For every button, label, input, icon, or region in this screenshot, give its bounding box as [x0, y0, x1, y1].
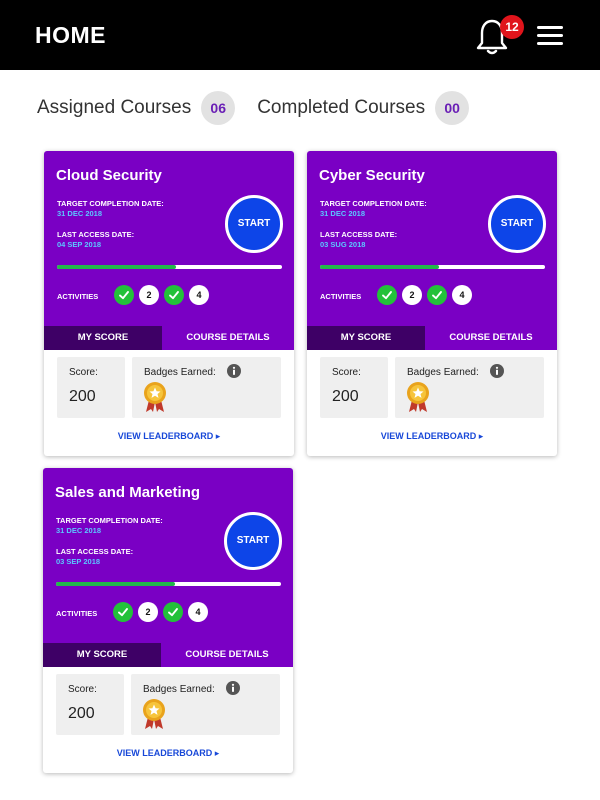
progress-fill — [56, 582, 176, 586]
activity-completed-check-icon — [163, 602, 183, 622]
tab-my-score[interactable]: MY SCORE — [307, 326, 425, 350]
view-leaderboard-link[interactable]: VIEW LEADERBOARD ▸ — [43, 748, 293, 759]
badges-panel: Badges Earned: — [132, 357, 281, 418]
course-card-header: Cloud Security TARGET COMPLETION DATE: 3… — [44, 151, 294, 326]
course-title: Cyber Security — [319, 167, 425, 184]
medal-icon — [144, 382, 166, 412]
badges-earned-label: Badges Earned: — [407, 367, 479, 378]
info-icon[interactable] — [227, 364, 241, 378]
completed-courses-label: Completed Courses — [257, 97, 426, 118]
activity-pending: 2 — [402, 285, 422, 305]
last-access-label: LAST ACCESS DATE: — [56, 547, 134, 556]
start-button[interactable]: START — [488, 195, 546, 253]
last-access-value: 04 SEP 2018 — [57, 240, 102, 249]
info-icon[interactable] — [490, 364, 504, 378]
progress-fill — [320, 265, 440, 269]
tab-course-details[interactable]: COURSE DETAILS — [161, 643, 293, 667]
score-label: Score: — [332, 367, 361, 378]
course-card-header: Sales and Marketing TARGET COMPLETION DA… — [43, 468, 293, 643]
score-panel: Score: 200 — [56, 674, 124, 735]
start-button[interactable]: START — [224, 512, 282, 570]
progress-fill — [57, 265, 177, 269]
activity-completed-check-icon — [114, 285, 134, 305]
medal-icon — [143, 699, 165, 729]
score-panel: Score: 200 — [57, 357, 125, 418]
last-access-value: 03 SEP 2018 — [56, 557, 101, 566]
course-title: Sales and Marketing — [55, 484, 201, 501]
view-leaderboard-link[interactable]: VIEW LEADERBOARD ▸ — [44, 431, 294, 442]
score-label: Score: — [68, 684, 97, 695]
target-date-label: TARGET COMPLETION DATE: — [56, 516, 163, 525]
activity-pending: 4 — [188, 602, 208, 622]
activity-completed-check-icon — [427, 285, 447, 305]
target-date-label: TARGET COMPLETION DATE: — [57, 199, 164, 208]
assigned-courses-label: Assigned Courses — [37, 97, 192, 118]
badges-panel: Badges Earned: — [131, 674, 280, 735]
last-access-label: LAST ACCESS DATE: — [57, 230, 135, 239]
activities-label: ACTIVITIES — [57, 292, 99, 301]
medal-icon — [407, 382, 429, 412]
top-bar: HOME 12 — [0, 0, 600, 70]
tab-course-details[interactable]: COURSE DETAILS — [425, 326, 557, 350]
hamburger-menu-icon[interactable] — [537, 26, 563, 48]
course-progress-bar — [320, 265, 545, 269]
badges-panel: Badges Earned: — [395, 357, 544, 418]
course-progress-bar — [56, 582, 281, 586]
target-date-value: 31 DEC 2018 — [320, 209, 366, 218]
course-card: Sales and Marketing TARGET COMPLETION DA… — [43, 468, 293, 773]
score-label: Score: — [69, 367, 98, 378]
activity-completed-check-icon — [113, 602, 133, 622]
course-title: Cloud Security — [56, 167, 162, 184]
assigned-courses-count: 06 — [201, 91, 236, 125]
tab-my-score[interactable]: MY SCORE — [43, 643, 161, 667]
score-value: 200 — [68, 705, 95, 722]
score-value: 200 — [69, 388, 96, 405]
target-date-value: 31 DEC 2018 — [56, 526, 102, 535]
tab-course-details[interactable]: COURSE DETAILS — [162, 326, 294, 350]
activity-completed-check-icon — [377, 285, 397, 305]
target-date-label: TARGET COMPLETION DATE: — [320, 199, 427, 208]
target-date-value: 31 DEC 2018 — [57, 209, 103, 218]
notification-count-badge: 12 — [500, 15, 524, 39]
page-title: HOME — [35, 22, 106, 48]
score-panel: Score: 200 — [320, 357, 388, 418]
view-leaderboard-link[interactable]: VIEW LEADERBOARD ▸ — [307, 431, 557, 442]
course-card: Cyber Security TARGET COMPLETION DATE: 3… — [307, 151, 557, 456]
activities-label: ACTIVITIES — [320, 292, 362, 301]
badges-earned-label: Badges Earned: — [144, 367, 216, 378]
activity-completed-check-icon — [164, 285, 184, 305]
start-button[interactable]: START — [225, 195, 283, 253]
course-card: Cloud Security TARGET COMPLETION DATE: 3… — [44, 151, 294, 456]
badges-earned-label: Badges Earned: — [143, 684, 215, 695]
activity-pending: 4 — [189, 285, 209, 305]
course-summary: Assigned Courses 06 Completed Courses 00 — [37, 91, 470, 125]
activity-pending: 4 — [452, 285, 472, 305]
activities-label: ACTIVITIES — [56, 609, 98, 618]
last-access-value: 03 SUG 2018 — [320, 240, 366, 249]
completed-courses-count: 00 — [435, 91, 470, 125]
score-value: 200 — [332, 388, 359, 405]
info-icon[interactable] — [226, 681, 240, 695]
tab-my-score[interactable]: MY SCORE — [44, 326, 162, 350]
course-progress-bar — [57, 265, 282, 269]
last-access-label: LAST ACCESS DATE: — [320, 230, 398, 239]
activity-pending: 2 — [138, 602, 158, 622]
activity-pending: 2 — [139, 285, 159, 305]
course-card-header: Cyber Security TARGET COMPLETION DATE: 3… — [307, 151, 557, 326]
